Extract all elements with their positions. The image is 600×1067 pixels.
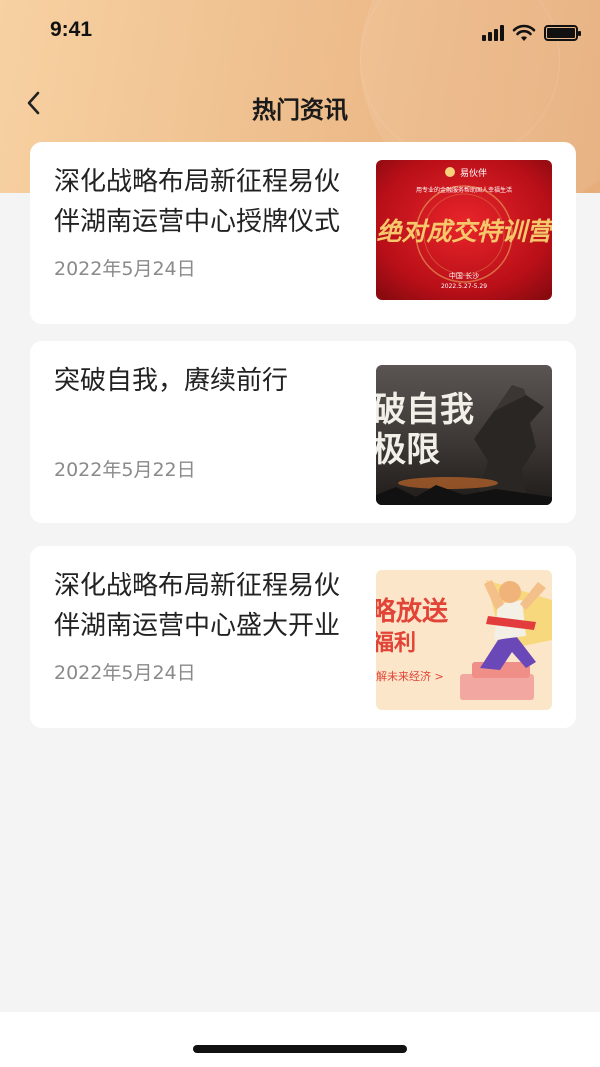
poster-line2: 极限 xyxy=(376,430,440,470)
promo-line1: 略放送 xyxy=(376,596,448,627)
news-title: 突破自我，赓续前行 xyxy=(54,366,289,396)
promo-line2: 福利 xyxy=(376,631,416,656)
status-icons xyxy=(482,24,581,42)
dark-breakthrough-poster-image: 破自我 极限 xyxy=(376,365,552,505)
news-card[interactable]: 深化战略布局新征程易伙伴湖南运营中心授牌仪式 2022年5月24日 易伙伴 用专… xyxy=(30,142,576,324)
news-card[interactable]: 突破自我，赓续前行 2022年5月22日 破自我 极限 xyxy=(30,341,576,523)
promo-line3: 解未来经济 > xyxy=(376,669,444,683)
banner-headline: 绝对成交特训营 xyxy=(376,217,552,246)
navigation-bar: 热门资讯 xyxy=(0,78,600,134)
banner-slogan: 用专业的金融服务帮助国人幸福生活 xyxy=(416,186,512,194)
page-title: 热门资讯 xyxy=(252,96,348,124)
banner-brand: 易伙伴 xyxy=(460,167,487,179)
banner-dates: 2022.5.27-5.29 xyxy=(441,283,487,290)
news-date: 2022年5月24日 xyxy=(54,258,196,280)
battery-icon xyxy=(544,25,581,41)
news-title: 深化战略布局新征程易伙伴湖南运营中心盛大开业 xyxy=(54,571,341,641)
news-date: 2022年5月24日 xyxy=(54,662,196,684)
status-time: 9:41 xyxy=(50,18,93,41)
wifi-icon xyxy=(512,24,536,41)
red-training-banner-image: 易伙伴 用专业的金融服务帮助国人幸福生活 绝对成交特训营 中国·长沙 2022.… xyxy=(376,160,552,300)
news-date: 2022年5月22日 xyxy=(54,459,196,481)
home-indicator[interactable] xyxy=(193,1045,407,1053)
status-bar: 9:41 xyxy=(0,0,600,62)
welfare-promo-illustration-image: 略放送 福利 解未来经济 > xyxy=(376,570,552,710)
news-title: 深化战略布局新征程易伙伴湖南运营中心授牌仪式 xyxy=(54,167,341,237)
news-card[interactable]: 深化战略布局新征程易伙伴湖南运营中心盛大开业 2022年5月24日 略放送 福利… xyxy=(30,546,576,728)
banner-place: 中国·长沙 xyxy=(449,271,479,280)
poster-line1: 破自我 xyxy=(376,390,474,430)
cellular-signal-icon xyxy=(482,25,504,41)
bottom-safe-area xyxy=(0,1012,600,1067)
